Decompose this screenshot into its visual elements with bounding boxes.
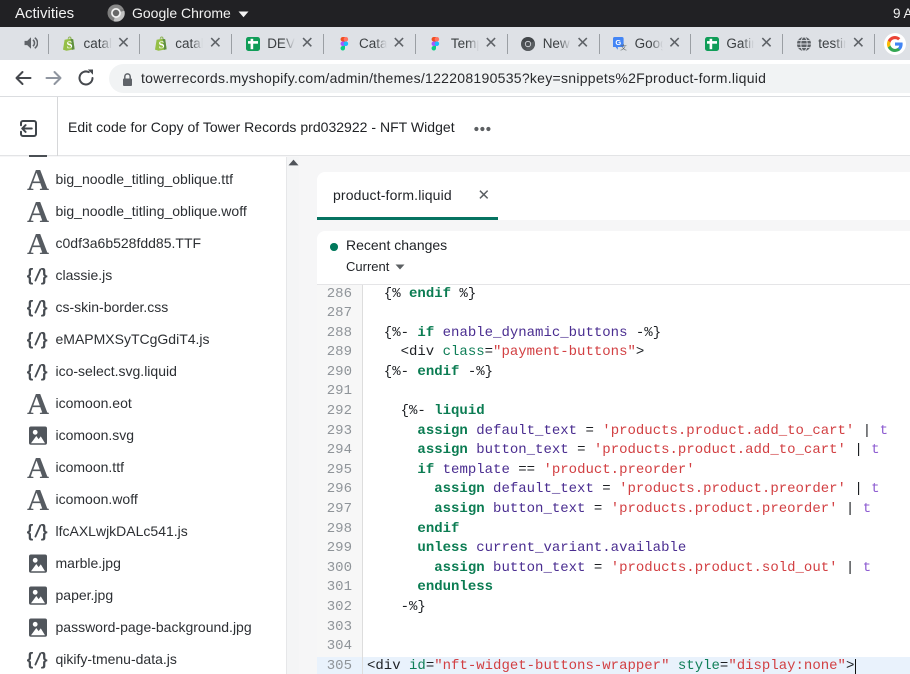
svg-text:}: } [41,329,48,349]
svg-text:{: { [27,329,34,349]
svg-text:{: { [27,297,34,317]
svg-text:}: } [41,361,48,381]
svg-text:S: S [66,40,73,51]
svg-text:{: { [27,649,34,669]
svg-text:{: { [27,361,34,381]
svg-text:}: } [41,521,48,541]
svg-text:}: } [41,265,48,285]
svg-text:{: { [27,265,34,285]
svg-text:{: { [27,521,34,541]
svg-text:}: } [41,649,48,669]
svg-text:文: 文 [620,43,627,52]
svg-text:}: } [41,297,48,317]
svg-text:S: S [158,40,165,51]
